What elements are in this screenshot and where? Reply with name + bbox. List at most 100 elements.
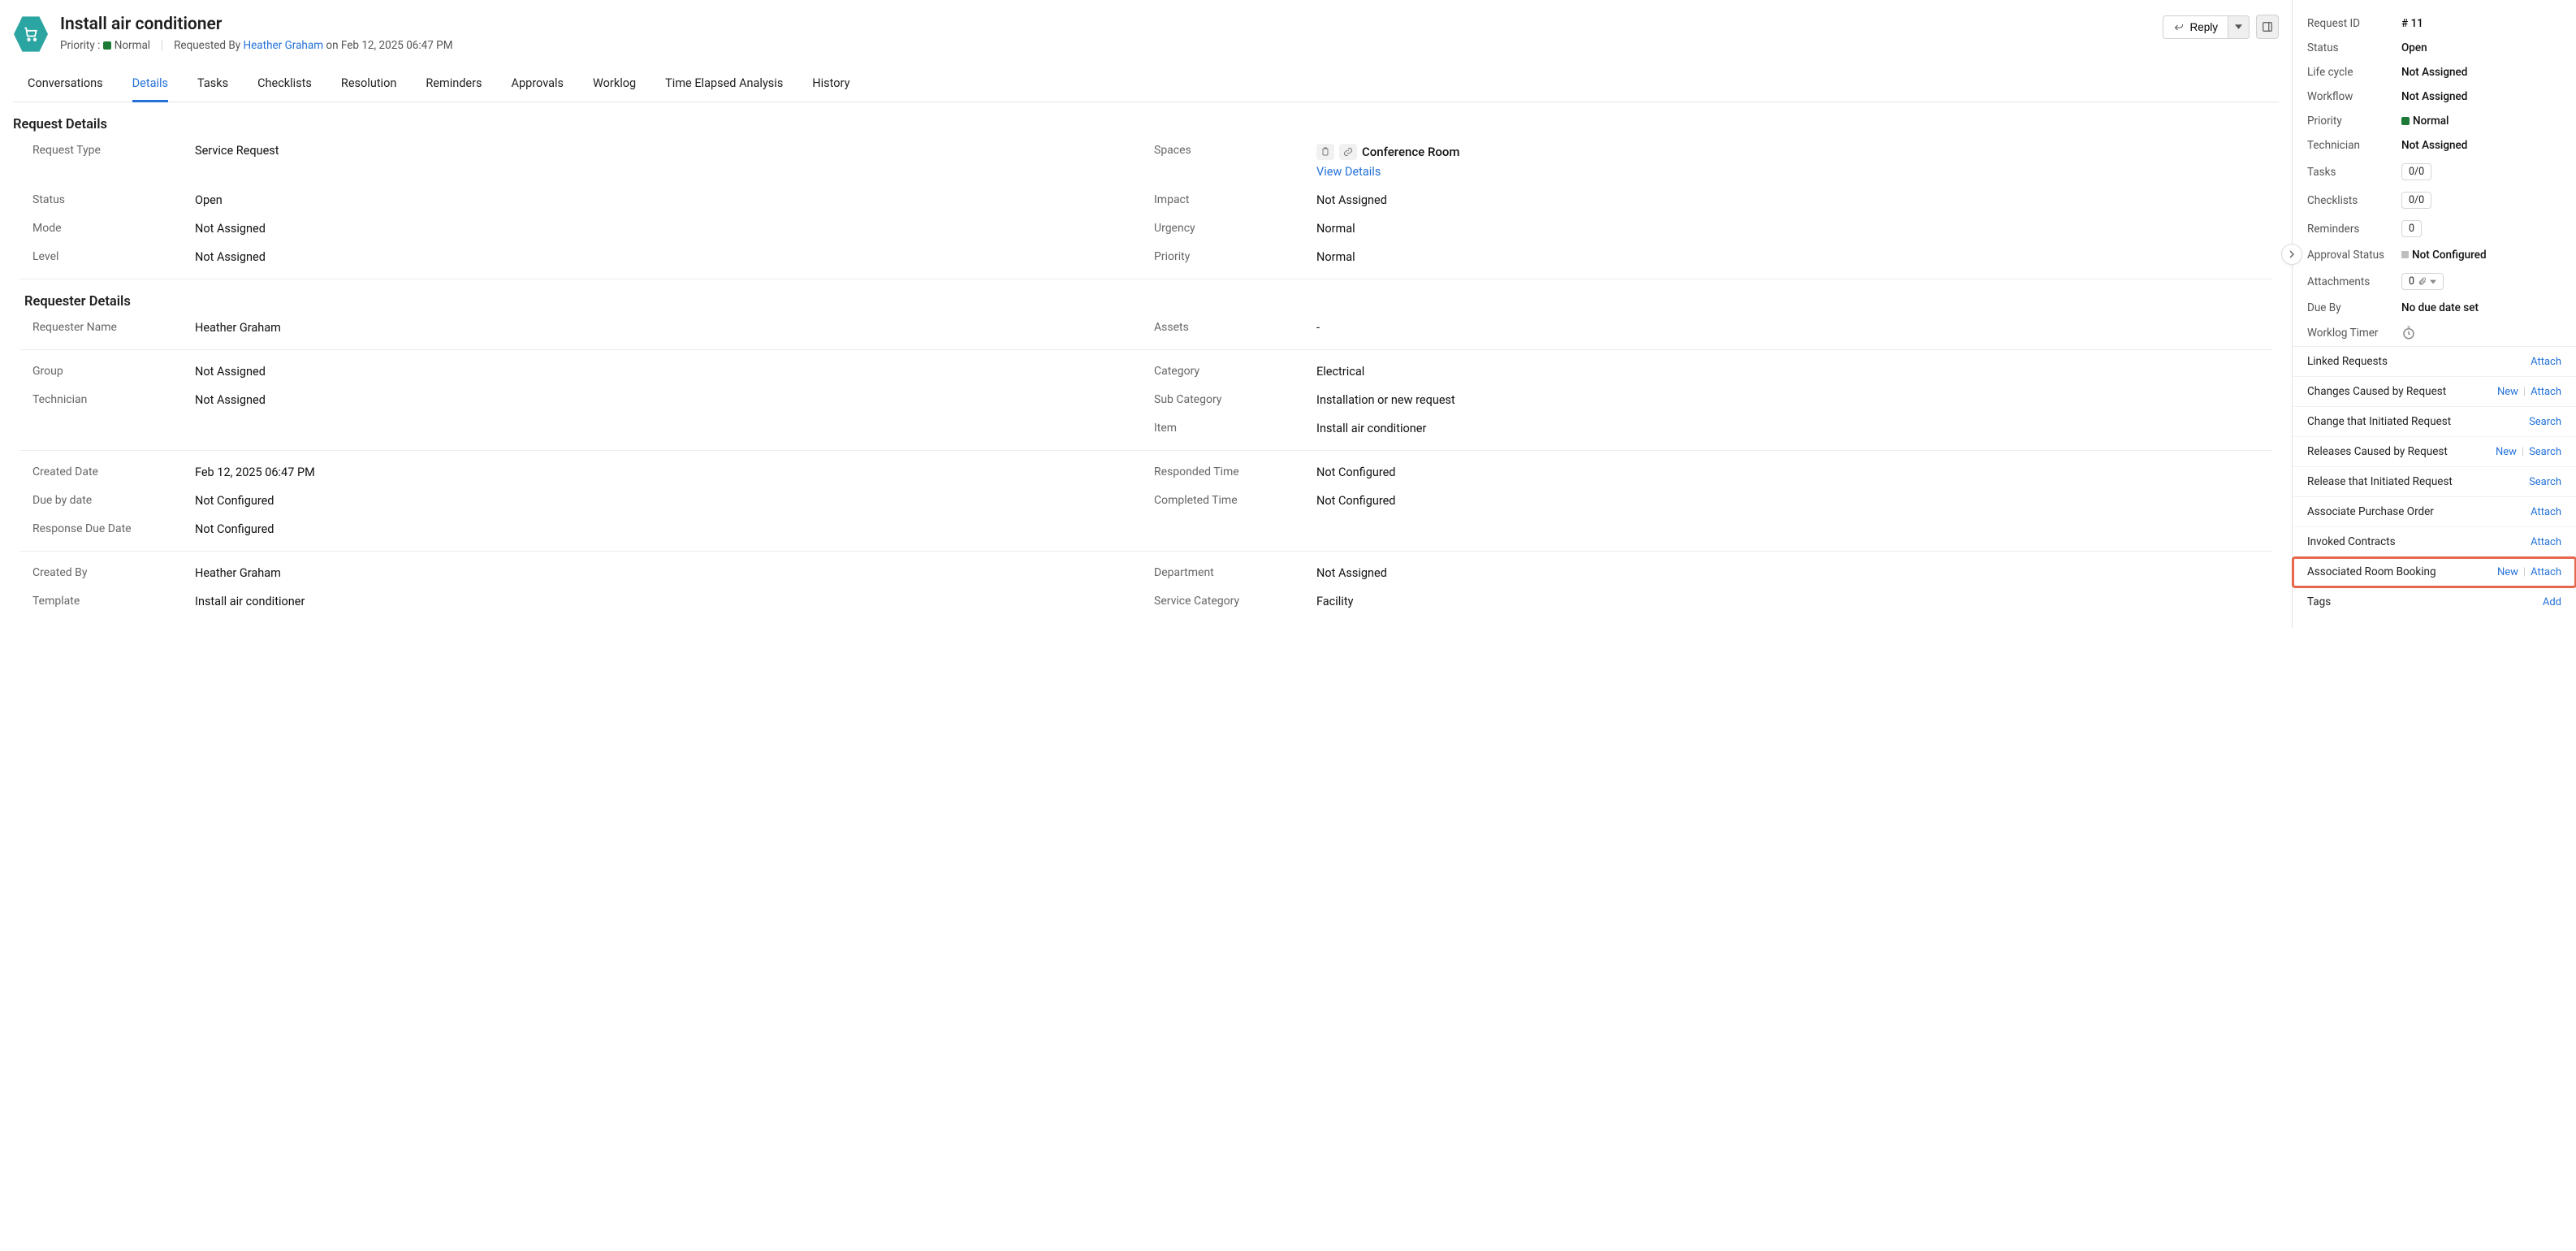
- side-label-life-cycle: Life cycle: [2307, 66, 2401, 79]
- sidebar-section-title: Changes Caused by Request: [2307, 385, 2446, 398]
- label-technician: Technician: [32, 393, 179, 407]
- cart-icon: [22, 26, 40, 42]
- side-label-reminders: Reminders: [2307, 223, 2401, 236]
- sidebar-section-linked-requests: Linked RequestsAttach: [2293, 347, 2576, 377]
- sidebar-section-releases-caused-by-request: Releases Caused by RequestNew|Search: [2293, 437, 2576, 467]
- label-due-by-date: Due by date: [32, 494, 179, 508]
- collapse-sidebar-button[interactable]: [2281, 244, 2302, 265]
- tab-resolution[interactable]: Resolution: [341, 68, 396, 102]
- reply-button[interactable]: Reply: [2163, 15, 2228, 39]
- search-link[interactable]: Search: [2529, 446, 2561, 458]
- side-value-priority: Normal: [2401, 115, 2449, 128]
- label-assets: Assets: [1154, 321, 1300, 335]
- add-link[interactable]: Add: [2543, 596, 2561, 608]
- tab-checklists[interactable]: Checklists: [257, 68, 312, 102]
- side-value-reminders[interactable]: 0: [2401, 220, 2422, 237]
- attach-link[interactable]: Attach: [2531, 506, 2561, 518]
- new-link[interactable]: New: [2497, 386, 2518, 398]
- reply-caret[interactable]: [2228, 15, 2250, 39]
- chevron-down-icon: [2430, 279, 2436, 284]
- label-item: Item: [1154, 422, 1300, 435]
- label-impact: Impact: [1154, 193, 1300, 207]
- divider: [19, 551, 2272, 552]
- toggle-sidebar-button[interactable]: [2256, 15, 2279, 39]
- sidebar-section-actions: New|Search: [2496, 446, 2561, 458]
- sidebar-section-actions: Attach: [2531, 356, 2561, 368]
- attach-link[interactable]: Attach: [2531, 566, 2561, 578]
- side-value-request-id: # 11: [2401, 17, 2423, 30]
- stopwatch-icon: [2401, 326, 2416, 340]
- timestamps-grid: Created Date Feb 12, 2025 06:47 PM Respo…: [13, 465, 2279, 536]
- side-label-approval-status: Approval Status: [2307, 249, 2401, 262]
- side-label-status: Status: [2307, 41, 2401, 54]
- tab-time-elapsed-analysis[interactable]: Time Elapsed Analysis: [665, 68, 783, 102]
- label-template: Template: [32, 595, 179, 608]
- tab-conversations[interactable]: Conversations: [28, 68, 103, 102]
- tab-tasks[interactable]: Tasks: [197, 68, 228, 102]
- label-service-category: Service Category: [1154, 595, 1300, 608]
- side-label-workflow: Workflow: [2307, 90, 2401, 103]
- value-service-category: Facility: [1316, 595, 2259, 608]
- sidebar-section-title: Tags: [2307, 595, 2331, 608]
- value-request-type: Service Request: [195, 144, 1138, 179]
- sidebar-section-actions: Attach: [2531, 536, 2561, 548]
- main-panel: Install air conditioner Priority : Norma…: [0, 0, 2292, 628]
- sidebar-section-title: Associate Purchase Order: [2307, 505, 2434, 518]
- request-type-icon: [13, 15, 49, 54]
- sidebar-related-sections: Linked RequestsAttach Changes Caused by R…: [2293, 346, 2576, 617]
- page-title: Install air conditioner: [60, 15, 2151, 34]
- label-response-due-date: Response Due Date: [32, 522, 179, 536]
- priority-swatch: [103, 41, 111, 50]
- tab-reminders[interactable]: Reminders: [426, 68, 482, 102]
- label-created-by: Created By: [32, 566, 179, 580]
- link-icon: [1339, 144, 1357, 160]
- section-title-request-details: Request Details: [13, 117, 2279, 132]
- view-details-link[interactable]: View Details: [1316, 165, 2259, 179]
- value-created-by: Heather Graham: [195, 566, 1138, 580]
- attach-link[interactable]: Attach: [2531, 386, 2561, 398]
- value-requester-name: Heather Graham: [195, 321, 1138, 335]
- value-level: Not Assigned: [195, 250, 1138, 264]
- value-impact: Not Assigned: [1316, 193, 2259, 207]
- new-link[interactable]: New: [2497, 566, 2518, 578]
- priority-label: Priority : Normal: [60, 39, 150, 52]
- search-link[interactable]: Search: [2529, 416, 2561, 428]
- sidebar-section-associated-room-booking: Associated Room BookingNew|Attach: [2293, 557, 2576, 587]
- divider: [19, 349, 2272, 350]
- value-department: Not Assigned: [1316, 566, 2259, 580]
- requester-link[interactable]: Heather Graham: [244, 39, 324, 52]
- sidebar-section-actions: New|Attach: [2497, 386, 2561, 398]
- value-created-date: Feb 12, 2025 06:47 PM: [195, 465, 1138, 479]
- attach-link[interactable]: Attach: [2531, 356, 2561, 368]
- side-value-status: Open: [2401, 41, 2427, 54]
- attach-link[interactable]: Attach: [2531, 536, 2561, 548]
- requested-by-block: Requested By Heather Graham on Feb 12, 2…: [174, 39, 452, 52]
- label-created-date: Created Date: [32, 465, 179, 479]
- tab-history[interactable]: History: [812, 68, 849, 102]
- sidebar-section-title: Change that Initiated Request: [2307, 415, 2451, 428]
- side-value-tasks[interactable]: 0/0: [2401, 163, 2431, 180]
- value-status: Open: [195, 193, 1138, 207]
- section-title-requester-details: Requester Details: [13, 294, 2279, 310]
- side-value-checklists[interactable]: 0/0: [2401, 192, 2431, 209]
- search-link[interactable]: Search: [2529, 476, 2561, 488]
- assignment-grid: Group Not Assigned Category Electrical T…: [13, 365, 2279, 435]
- value-spaces: Conference Room View Details: [1316, 144, 2259, 179]
- side-value-worklog-timer[interactable]: [2401, 326, 2416, 340]
- sidebar-section-actions: New|Attach: [2497, 566, 2561, 578]
- side-label-request-id: Request ID: [2307, 17, 2401, 30]
- tab-approvals[interactable]: Approvals: [512, 68, 564, 102]
- value-group: Not Assigned: [195, 365, 1138, 379]
- label-level: Level: [32, 250, 179, 264]
- sidebar-section-release-that-initiated-request: Release that Initiated RequestSearch: [2293, 467, 2576, 497]
- value-due-by-date: Not Configured: [195, 494, 1138, 508]
- reply-split-button: Reply: [2163, 15, 2250, 39]
- tab-details[interactable]: Details: [132, 68, 168, 102]
- side-value-attachments[interactable]: 0: [2401, 273, 2444, 290]
- new-link[interactable]: New: [2496, 446, 2517, 458]
- value-mode: Not Assigned: [195, 222, 1138, 236]
- label-group: Group: [32, 365, 179, 379]
- side-value-approval-status: Not Configured: [2401, 249, 2487, 262]
- tab-worklog[interactable]: Worklog: [593, 68, 636, 102]
- side-label-tasks: Tasks: [2307, 166, 2401, 179]
